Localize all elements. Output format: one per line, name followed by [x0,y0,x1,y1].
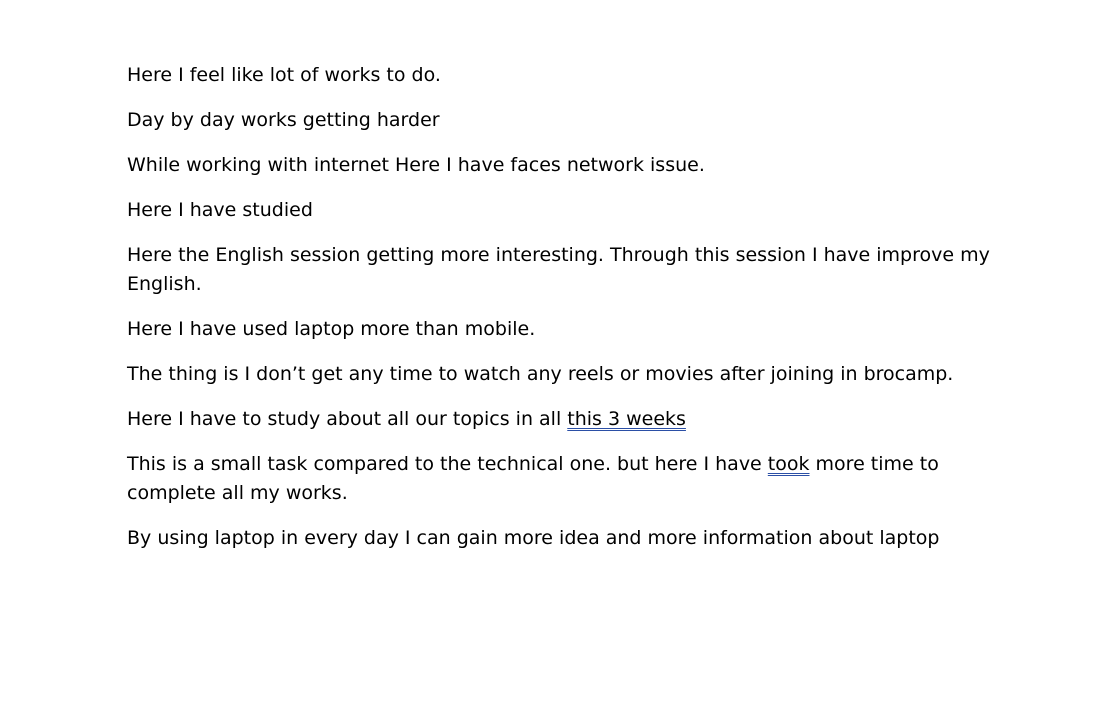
paragraph-text: Here I have used laptop more than mobile… [127,318,536,340]
paragraph-text: This is a small task compared to the tec… [127,453,768,475]
paragraph-text: By using laptop in every day I can gain … [127,527,940,549]
paragraph-text: While working with internet Here I have … [127,154,705,176]
paragraph-text: Here I have to study about all our topic… [127,408,568,430]
paragraph-text: Here I feel like lot of works to do. [127,64,441,86]
paragraph-text: Here I have studied [127,199,313,221]
paragraph-10[interactable]: By using laptop in every day I can gain … [127,524,1007,553]
paragraph-text: The thing is I don’t get any time to wat… [127,363,954,385]
paragraph-2[interactable]: Day by day works getting harder [127,106,1007,135]
paragraph-1[interactable]: Here I feel like lot of works to do. [127,61,1007,90]
paragraph-text: Here the English session getting more in… [127,244,990,295]
paragraph-9[interactable]: This is a small task compared to the tec… [127,450,1007,508]
grammar-suggestion-underline[interactable]: took [768,453,810,475]
grammar-suggestion-underline[interactable]: this 3 weeks [567,408,686,430]
paragraph-4[interactable]: Here I have studied [127,196,1007,225]
paragraph-8[interactable]: Here I have to study about all our topic… [127,405,1007,434]
paragraph-text: Day by day works getting harder [127,109,440,131]
paragraph-3[interactable]: While working with internet Here I have … [127,151,1007,180]
paragraph-6[interactable]: Here I have used laptop more than mobile… [127,315,1007,344]
paragraph-7[interactable]: The thing is I don’t get any time to wat… [127,360,1007,389]
document-page[interactable]: Here I feel like lot of works to do. Day… [0,0,1114,706]
document-body[interactable]: Here I feel like lot of works to do. Day… [127,61,1007,569]
paragraph-5[interactable]: Here the English session getting more in… [127,241,1007,299]
